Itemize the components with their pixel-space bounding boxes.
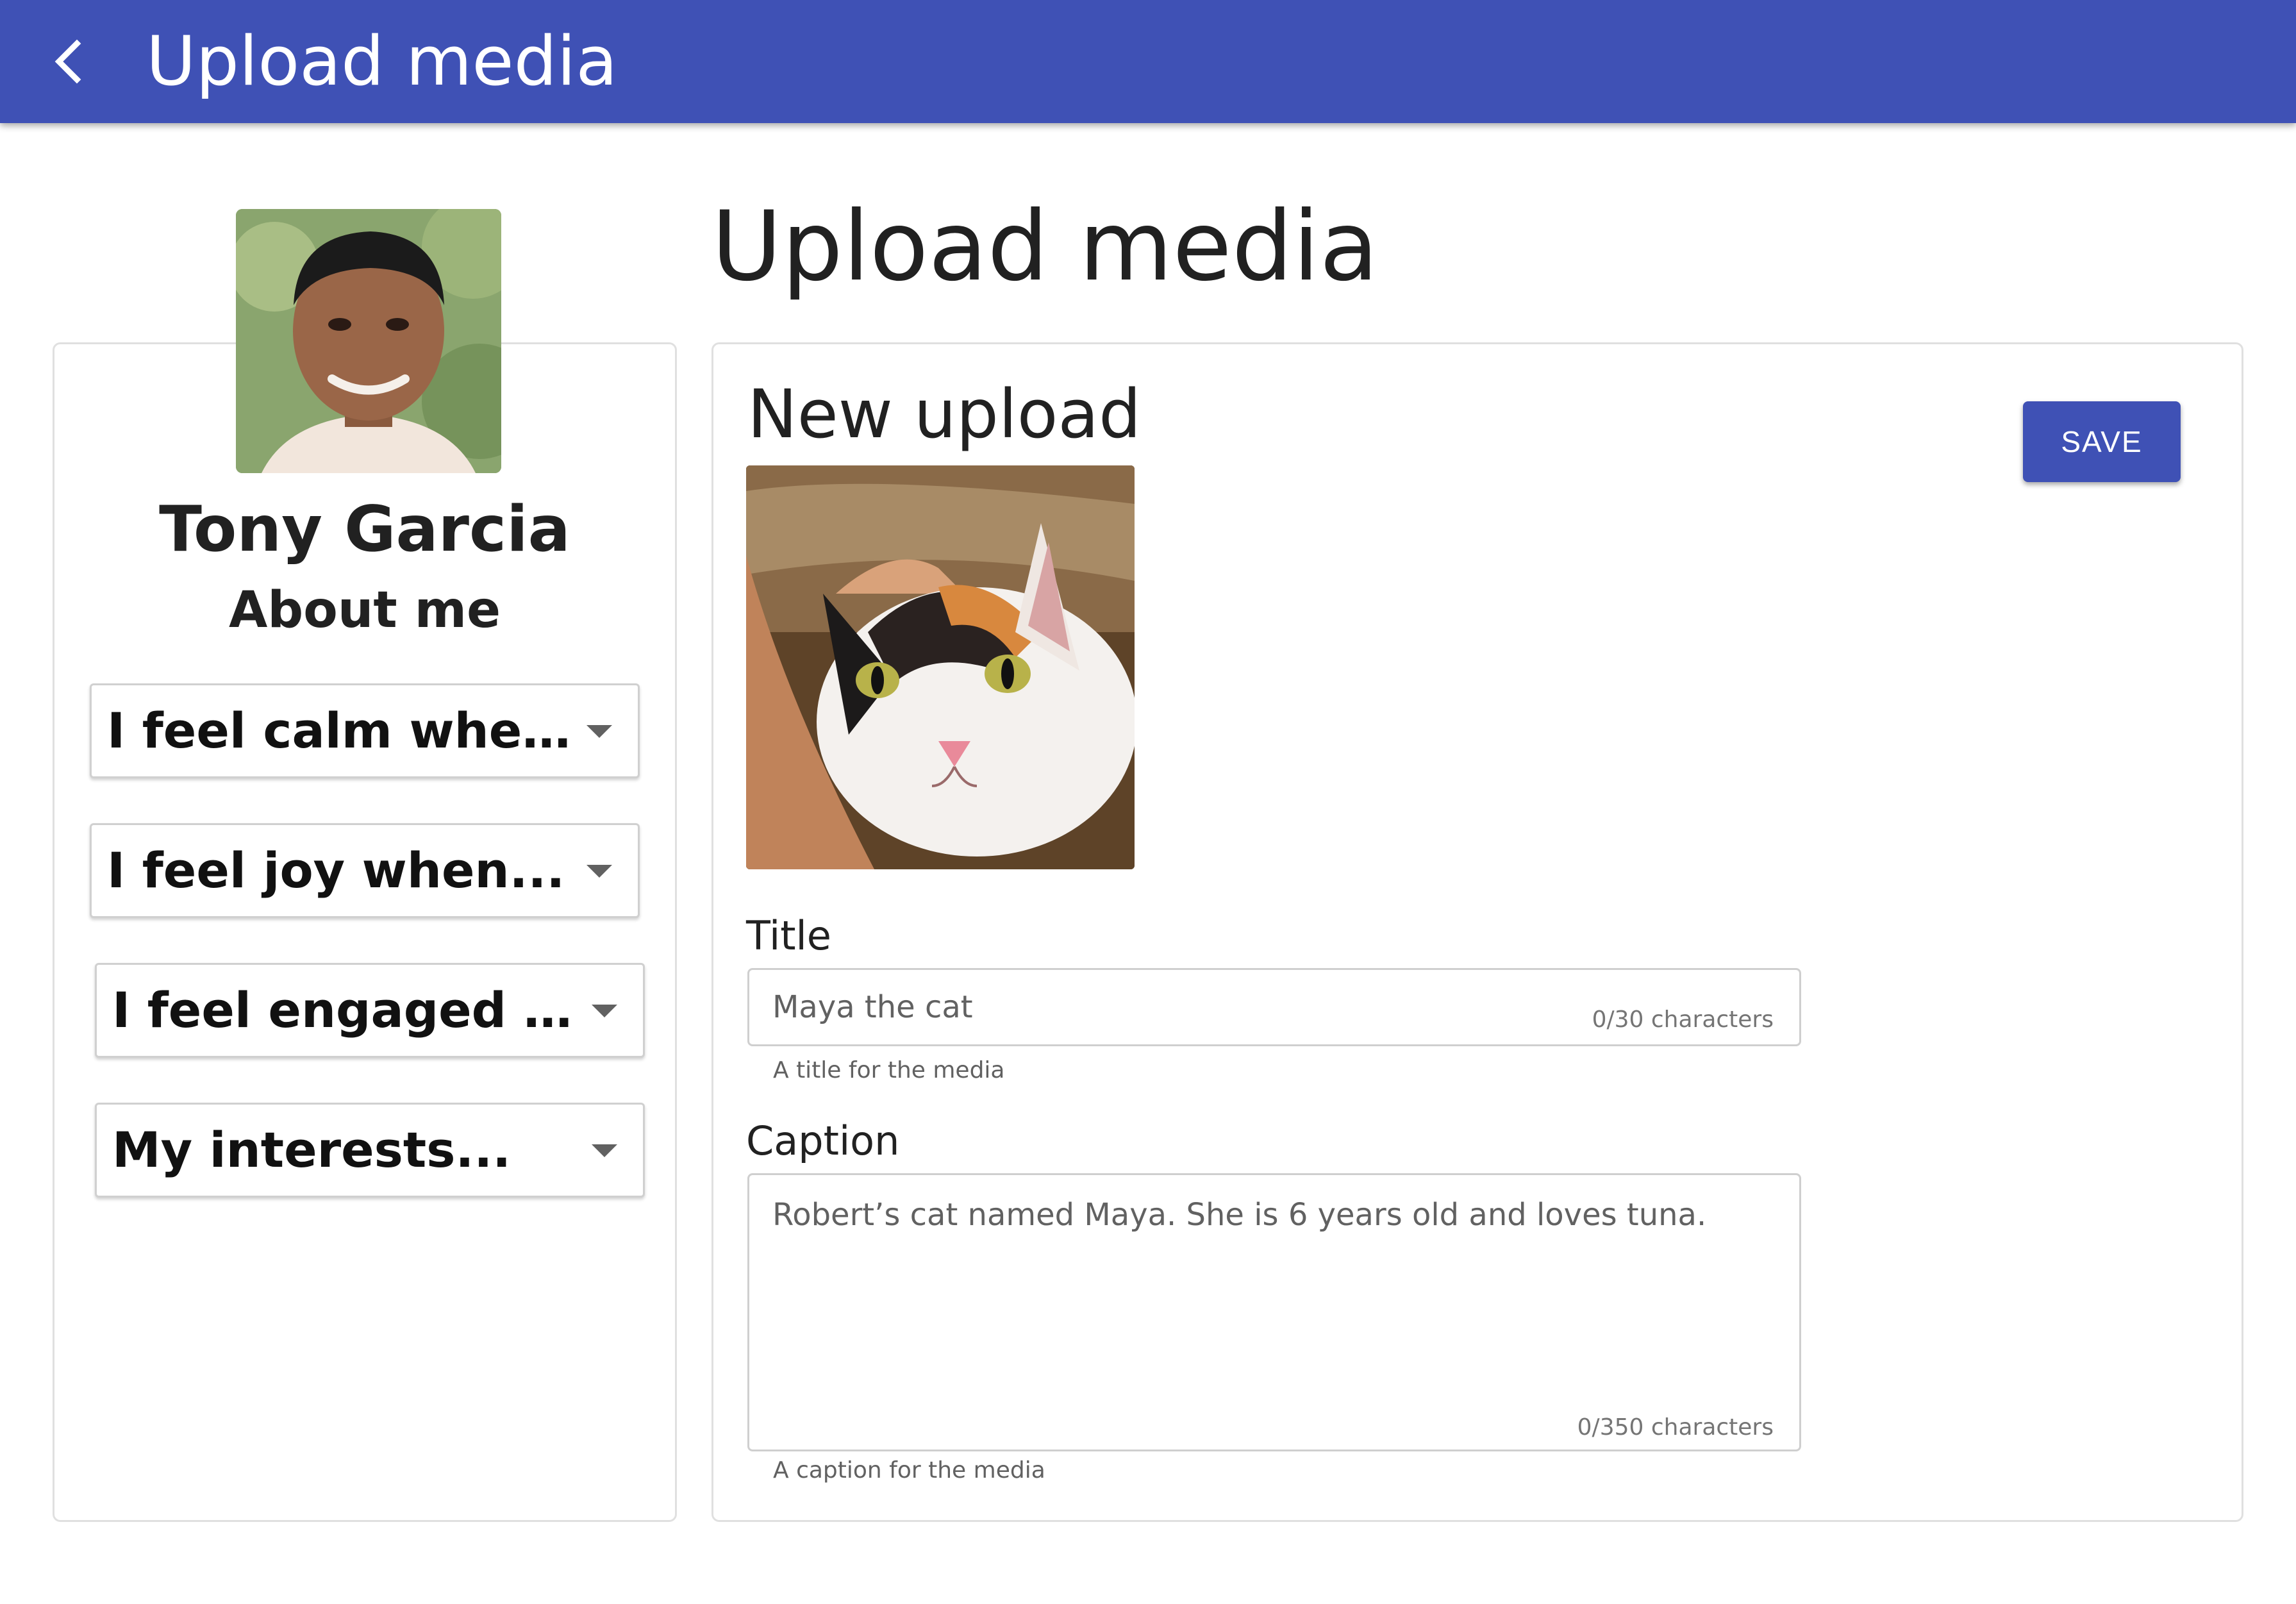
arrow-drop-down-icon bbox=[586, 865, 612, 878]
caption-textarea[interactable]: Robert’s cat named Maya. She is 6 years … bbox=[747, 1173, 1801, 1451]
caption-helper-text: A caption for the media bbox=[773, 1457, 1045, 1483]
about-me-heading: About me bbox=[229, 581, 501, 639]
dropdown-interests[interactable]: My interests... bbox=[95, 1103, 645, 1198]
dropdown-label: I feel calm when... bbox=[107, 702, 581, 759]
media-preview-image bbox=[746, 465, 1135, 869]
title-input-value: Maya the cat bbox=[772, 989, 973, 1025]
app-bar: Upload media bbox=[0, 0, 2296, 123]
page-title: Upload media bbox=[711, 191, 1379, 303]
dropdown-label: I feel engaged when... bbox=[112, 982, 594, 1039]
title-input[interactable]: Maya the cat 0/30 characters bbox=[747, 968, 1801, 1046]
dropdown-label: I feel joy when... bbox=[107, 842, 565, 899]
app-bar-title: Upload media bbox=[146, 22, 618, 101]
dropdown-calm[interactable]: I feel calm when... bbox=[90, 683, 640, 778]
save-button[interactable]: SAVE bbox=[2023, 401, 2181, 482]
caption-label: Caption bbox=[746, 1117, 900, 1164]
title-label: Title bbox=[746, 912, 831, 959]
arrow-drop-down-icon bbox=[592, 1144, 617, 1157]
profile-name: Tony Garcia bbox=[159, 493, 570, 566]
caption-character-counter: 0/350 characters bbox=[1577, 1414, 1774, 1441]
title-helper-text: A title for the media bbox=[773, 1057, 1005, 1083]
avatar bbox=[236, 209, 501, 473]
card-title: New upload bbox=[747, 375, 1142, 453]
arrow-drop-down-icon bbox=[586, 725, 612, 738]
caption-textarea-value: Robert’s cat named Maya. She is 6 years … bbox=[772, 1197, 1707, 1233]
dropdown-label: My interests... bbox=[112, 1121, 512, 1178]
chevron-left-icon bbox=[54, 39, 81, 84]
arrow-drop-down-icon bbox=[592, 1005, 617, 1017]
dropdown-engaged[interactable]: I feel engaged when... bbox=[95, 963, 645, 1058]
title-character-counter: 0/30 characters bbox=[1592, 1007, 1774, 1033]
dropdown-joy[interactable]: I feel joy when... bbox=[90, 823, 640, 918]
back-button[interactable] bbox=[38, 29, 103, 94]
